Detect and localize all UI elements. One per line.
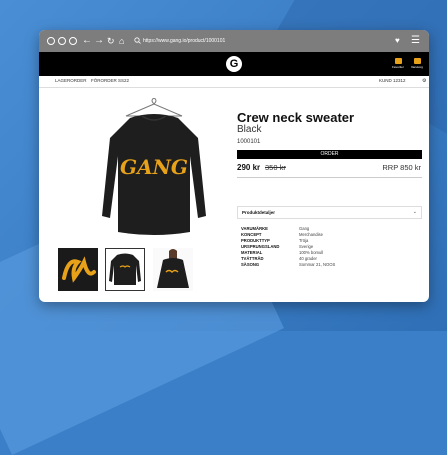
thumbnail-image — [153, 248, 193, 291]
address-bar[interactable]: https://www.gang.io/product/1000101 — [143, 36, 225, 46]
product-rrp: RRP 850 kr — [382, 163, 421, 172]
cart-button[interactable]: Varukorg — [408, 58, 426, 69]
thumbnail-model[interactable] — [153, 248, 193, 291]
product-image[interactable]: GANG — [94, 98, 214, 270]
cart-label: Varukorg — [411, 65, 423, 69]
divider — [237, 177, 422, 178]
details-heading: Produktdetaljer — [242, 210, 276, 215]
menu-icon[interactable]: ☰ — [411, 35, 420, 47]
thumbnail-front[interactable] — [105, 248, 145, 291]
reload-icon[interactable]: ↻ — [107, 35, 115, 47]
product-sku: 1000101 — [237, 139, 261, 145]
favorites-icon — [394, 58, 402, 64]
product-old-price: 350 kr — [265, 163, 286, 172]
product-color: Black — [237, 124, 262, 135]
search-icon — [134, 37, 141, 44]
window-close-button[interactable] — [47, 37, 55, 45]
home-icon[interactable]: ⌂ — [119, 35, 124, 47]
heart-icon[interactable]: ♥ — [395, 35, 400, 47]
subnav-item-lagerorder[interactable]: LAGERORDER — [55, 78, 87, 83]
back-arrow-icon[interactable]: ← — [82, 35, 92, 47]
product-details-toggle[interactable]: Produktdetaljer ⌄ — [237, 206, 422, 219]
favorites-button[interactable]: Favoriter — [389, 58, 407, 69]
site-logo[interactable]: G — [226, 56, 242, 72]
favorites-label: Favoriter — [392, 65, 404, 69]
window-minimize-button[interactable] — [58, 37, 66, 45]
cart-icon — [413, 58, 421, 64]
sub-navigation: LAGERORDER FÖRORDER SS22 KUND 12312 ⚙ — [39, 76, 429, 88]
forward-arrow-icon[interactable]: → — [94, 35, 104, 47]
thumbnail-print-closeup[interactable] — [58, 248, 98, 291]
browser-window: ← → ↻ ⌂ https://www.gang.io/product/1000… — [39, 30, 429, 302]
browser-toolbar: ← → ↻ ⌂ https://www.gang.io/product/1000… — [39, 30, 429, 52]
customer-number[interactable]: KUND 12312 — [379, 78, 406, 83]
sweater-print-text: GANG — [120, 155, 188, 179]
window-maximize-button[interactable] — [69, 37, 77, 45]
chevron-down-icon: ⌄ — [412, 209, 417, 215]
thumbnail-image — [109, 253, 141, 285]
settings-icon[interactable]: ⚙ — [422, 78, 426, 84]
subnav-item-fororder[interactable]: FÖRORDER SS22 — [91, 78, 129, 83]
thumbnail-image — [58, 248, 98, 291]
product-price: 290 kr — [237, 163, 261, 172]
order-button[interactable]: ORDER — [237, 150, 422, 159]
product-title: Crew neck sweater — [237, 110, 355, 125]
